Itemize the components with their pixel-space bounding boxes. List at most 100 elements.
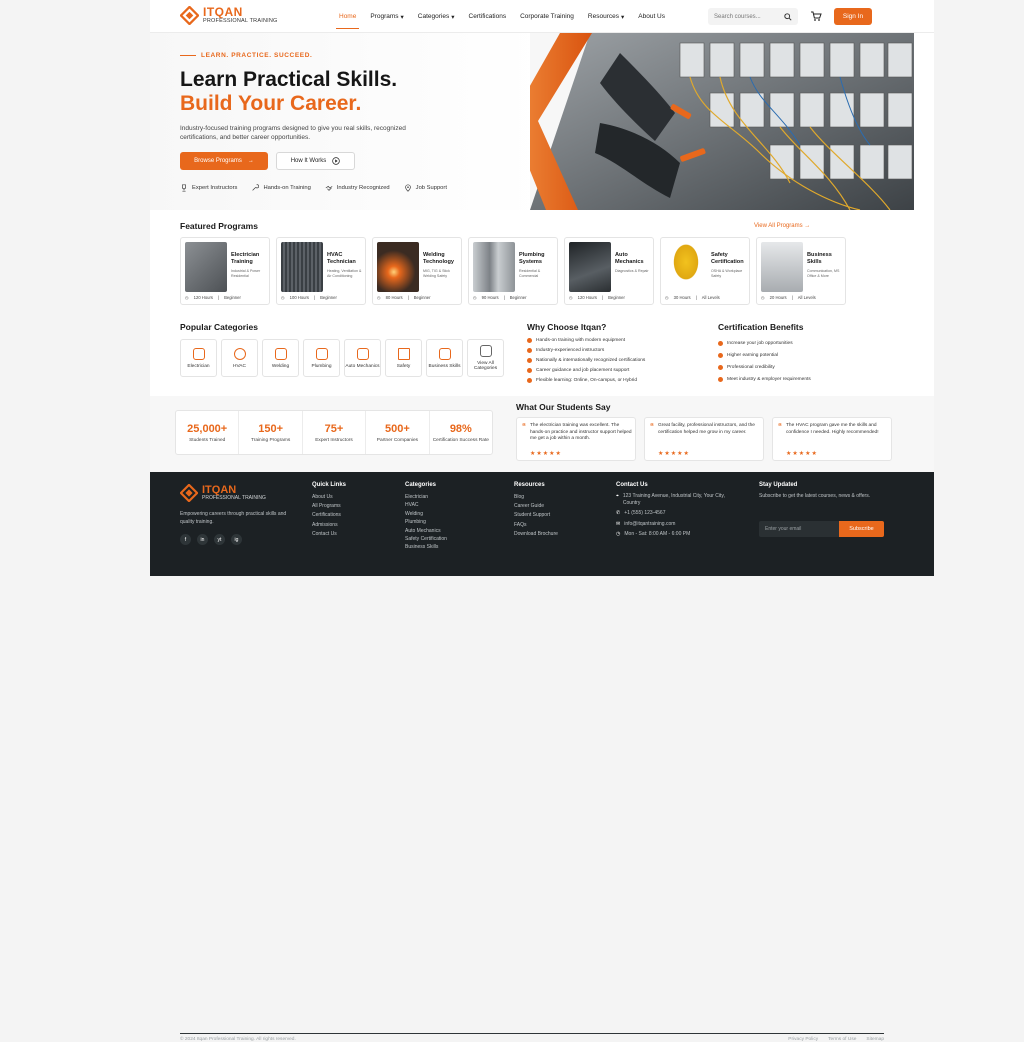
sign-in-button[interactable]: Sign In [834, 8, 872, 25]
footer-link[interactable]: Blog [514, 493, 558, 502]
category-view-all[interactable]: View All Categories [467, 339, 504, 377]
facebook-icon[interactable]: f [180, 534, 191, 545]
footer-link[interactable]: Certifications [312, 511, 346, 520]
clock-icon: ◷ [665, 295, 669, 300]
nav-corporate-training[interactable]: Corporate Training [513, 0, 581, 33]
footer-link[interactable]: HVAC [405, 501, 447, 509]
program-level: All Levels [797, 295, 816, 300]
stat-success-rate: 98% Certification Success Rate [432, 422, 489, 443]
nav-resources[interactable]: Resources ▾ [581, 0, 631, 33]
program-card-plumbing[interactable]: Plumbing Systems Residential & Commercia… [468, 237, 558, 305]
logo[interactable]: ITQAN PROFESSIONAL TRAINING [179, 5, 278, 26]
category-auto-mechanics[interactable]: Auto Mechanics [344, 339, 381, 377]
feature-expert-instructors: Expert Instructors [180, 184, 237, 192]
footer-email[interactable]: ✉ info@itqantraining.com [616, 521, 736, 528]
benefit-item: Professional credibility [718, 361, 811, 373]
footer-link[interactable]: FAQs [514, 521, 558, 530]
view-all-programs-link[interactable]: View All Programs → [754, 223, 810, 229]
footer-link[interactable]: Business Skills [405, 543, 447, 551]
program-desc: Diagnostics & Repair [615, 269, 649, 273]
footer-link[interactable]: Safety Certification [405, 535, 447, 543]
stat-instructors: 75+ Expert Instructors [303, 411, 367, 454]
plug-icon [192, 347, 205, 360]
program-hours: 20 Hours [769, 295, 787, 300]
check-icon [718, 376, 723, 382]
nav-about-us[interactable]: About Us [631, 0, 672, 33]
footer-logo[interactable]: ITQAN PROFESSIONAL TRAINING [180, 484, 290, 502]
terms-link[interactable]: Terms of Use [828, 1037, 856, 1042]
program-card-welding[interactable]: Welding Technology MIG, TIG & Stick Weld… [372, 237, 462, 305]
footer-link[interactable]: Plumbing [405, 518, 447, 526]
copyright: © 2024 Itqan Professional Training. All … [180, 1037, 296, 1042]
browse-programs-button[interactable]: Browse Programs → [180, 152, 268, 170]
category-electrician[interactable]: Electrician [180, 339, 217, 377]
footer-link[interactable]: Welding [405, 510, 447, 518]
logo-mark-icon [180, 484, 198, 502]
category-plumbing[interactable]: Plumbing [303, 339, 340, 377]
nav-certifications[interactable]: Certifications [462, 0, 514, 33]
briefcase-icon [438, 347, 451, 360]
footer-link[interactable]: Admissions [312, 521, 346, 530]
program-title: HVAC Technician [327, 252, 356, 265]
handshake-icon [325, 185, 333, 191]
program-title: Electrician Training [231, 252, 260, 265]
footer-about: Empowering careers through practical ski… [180, 511, 287, 525]
testimonial-card: “Great facility, professional instructor… [644, 417, 764, 461]
program-card-auto-mechanics[interactable]: Auto Mechanics Diagnostics & Repair ◷ 120… [564, 237, 654, 305]
feature-hands-on: Hands-on Training [251, 184, 311, 192]
program-level: Beginner [320, 295, 337, 300]
arrow-right-icon: → [247, 158, 254, 164]
footer-link[interactable]: About Us [312, 493, 346, 502]
linkedin-icon[interactable]: in [197, 534, 208, 545]
play-circle-icon [332, 157, 341, 165]
cart-icon[interactable] [810, 10, 822, 22]
hero-tagline: LEARN. PRACTICE. SUCCEED. [180, 52, 312, 59]
privacy-policy-link[interactable]: Privacy Policy [788, 1037, 818, 1042]
footer-phone[interactable]: ✆ +1 (555) 123-4567 [616, 510, 736, 517]
search-icon [784, 12, 792, 21]
sitemap-link[interactable]: Sitemap [866, 1037, 884, 1042]
program-image [569, 242, 611, 292]
footer-link[interactable]: Career Guide [514, 502, 558, 511]
footer-address: ⌖ 123 Training Avenue, Industrial City, Y… [616, 493, 725, 506]
footer-link[interactable]: Electrician [405, 493, 447, 501]
category-hvac[interactable]: HVAC [221, 339, 258, 377]
subscribe-button[interactable]: Subscribe [839, 521, 884, 537]
nav-categories[interactable]: Categories ▾ [411, 0, 462, 33]
program-card-electrician[interactable]: Electrician Training Industrial & Power … [180, 237, 270, 305]
why-item: Career guidance and job placement suppor… [527, 365, 645, 375]
quote-icon: “ [522, 422, 526, 431]
footer-link[interactable]: Download Brochure [514, 530, 558, 539]
instagram-icon[interactable]: ig [231, 534, 242, 545]
nav-programs[interactable]: Programs ▾ [363, 0, 410, 33]
search-input[interactable]: Search courses... [708, 8, 798, 25]
category-welding[interactable]: Welding [262, 339, 299, 377]
program-card-hvac[interactable]: HVAC Technician Heating, Ventilation & A… [276, 237, 366, 305]
featured-programs-title: Featured Programs [180, 221, 258, 231]
footer-link[interactable]: Student Support [514, 511, 558, 520]
how-it-works-button[interactable]: How It Works [276, 152, 355, 170]
logo-subtitle: PROFESSIONAL TRAINING [203, 18, 278, 24]
category-safety[interactable]: Safety [385, 339, 422, 377]
newsletter-email-input[interactable]: Enter your email [759, 521, 839, 537]
testimonials-list: “The electrician training was excellent.… [516, 417, 892, 461]
program-card-safety[interactable]: Safety Certification OSHA & Workplace Sa… [660, 237, 750, 305]
pipe-icon [315, 347, 328, 360]
program-title: Safety Certification [711, 252, 744, 265]
program-card-business[interactable]: Business Skills Communication, MS Office… [756, 237, 846, 305]
hero-title-line1: Learn Practical Skills. [180, 68, 398, 91]
youtube-icon[interactable]: yt [214, 534, 225, 545]
program-title: Business Skills [807, 252, 832, 265]
footer-link[interactable]: Auto Mechanics [405, 527, 447, 535]
clock-icon: ◷ [616, 531, 621, 538]
nav-home[interactable]: Home [332, 0, 363, 33]
footer-link[interactable]: Contact Us [312, 530, 346, 539]
page: ITQAN PROFESSIONAL TRAINING Home Program… [150, 0, 934, 1042]
quote-icon: “ [650, 422, 654, 431]
footer-link[interactable]: All Programs [312, 502, 346, 511]
quote-icon: “ [778, 422, 782, 431]
category-business-skills[interactable]: Business Skills [426, 339, 463, 377]
social-links: f in yt ig [180, 534, 290, 545]
testimonial-card: “The HVAC program gave me the skills and… [772, 417, 892, 461]
check-icon [527, 377, 532, 383]
